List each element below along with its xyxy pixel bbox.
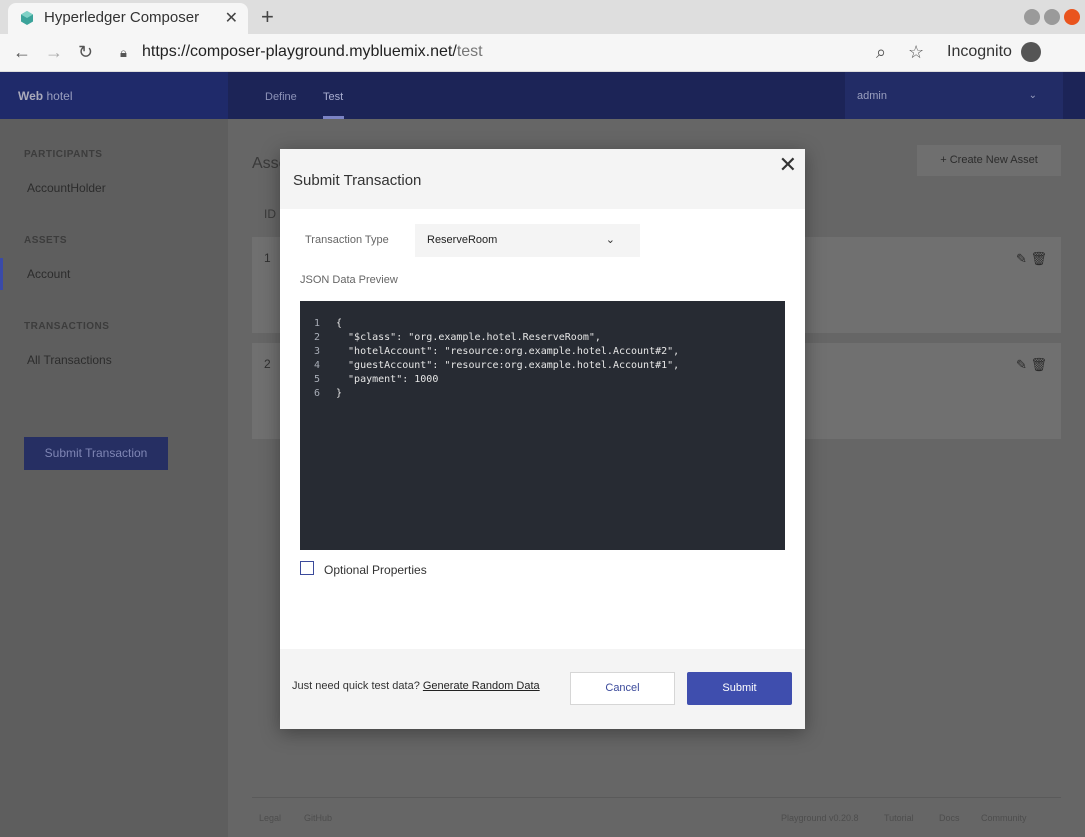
minimize-window-icon[interactable]: [1024, 9, 1040, 25]
trash-icon[interactable]: 🗑︎: [1030, 357, 1047, 372]
edit-icon[interactable]: ✎: [1016, 357, 1027, 372]
submit-button[interactable]: Submit: [687, 672, 792, 705]
composer-favicon-icon: [21, 11, 33, 25]
close-window-icon[interactable]: [1064, 9, 1080, 25]
brand-name: hotel: [46, 89, 73, 103]
maximize-window-icon[interactable]: [1044, 9, 1060, 25]
sidebar-item-all-transactions[interactable]: All Transactions: [27, 353, 112, 367]
dialog-title: Submit Transaction: [293, 172, 422, 189]
browser-tabstrip: Hyperledger Composer ✕ +: [0, 0, 1085, 34]
chevron-down-icon: ⌄: [1028, 90, 1037, 101]
selected-indicator: [0, 258, 3, 290]
code-text: }: [336, 388, 343, 399]
create-new-asset-button[interactable]: + Create New Asset: [917, 145, 1061, 176]
asset-id: 2: [264, 357, 271, 371]
code-text: {: [336, 318, 343, 329]
quick-data-label: Just need quick test data?: [292, 680, 420, 692]
user-menu[interactable]: admin ⌄: [845, 72, 1063, 119]
bookmark-star-icon[interactable]: ☆: [908, 42, 924, 63]
trash-icon[interactable]: 🗑︎: [1030, 251, 1047, 266]
incognito-label: Incognito: [947, 43, 1012, 60]
line-number: 4: [314, 360, 321, 371]
quick-data-text: Just need quick test data? Generate Rand…: [292, 680, 540, 692]
footer-divider: [252, 797, 1061, 798]
transactions-heading: TRANSACTIONS: [24, 321, 110, 332]
forward-icon[interactable]: →: [45, 42, 63, 63]
line-number: 2: [314, 332, 321, 343]
tab-define[interactable]: Define: [265, 91, 297, 103]
chevron-down-icon: ⌄: [605, 234, 615, 246]
new-tab-icon[interactable]: +: [261, 4, 274, 30]
zoom-icon[interactable]: ⌕: [876, 42, 886, 63]
id-column-header: ID: [264, 207, 276, 221]
dialog-footer: Just need quick test data? Generate Rand…: [280, 649, 805, 729]
code-line: 2 "$class": "org.example.hotel.ReserveRo…: [300, 331, 785, 345]
edit-icon[interactable]: ✎: [1016, 251, 1027, 266]
dialog-header: Submit Transaction ✕: [280, 149, 805, 209]
line-number: 6: [314, 388, 321, 399]
code-line: 6}: [300, 387, 785, 401]
submit-transaction-dialog: Submit Transaction ✕ Transaction Type Re…: [280, 149, 805, 729]
transaction-type-label: Transaction Type: [305, 234, 389, 246]
json-preview-label: JSON Data Preview: [300, 274, 398, 286]
code-text: "$class": "org.example.hotel.ReserveRoom…: [336, 332, 601, 343]
close-icon[interactable]: ✕: [779, 152, 797, 178]
optional-properties-checkbox[interactable]: [300, 561, 314, 575]
sidebar-item-accountholder[interactable]: AccountHolder: [27, 181, 106, 195]
footer-docs-link[interactable]: Docs: [939, 813, 960, 823]
json-code-editor[interactable]: 1{2 "$class": "org.example.hotel.Reserve…: [300, 301, 785, 550]
sidebar-item-account[interactable]: Account: [27, 267, 70, 281]
lock-icon: 🔒︎: [120, 45, 127, 60]
brand[interactable]: Web hotel: [0, 72, 228, 119]
code-line: 3 "hotelAccount": "resource:org.example.…: [300, 345, 785, 359]
assets-heading: ASSETS: [24, 235, 68, 246]
optional-properties-label: Optional Properties: [324, 563, 427, 577]
app-header: Web hotel Define Test admin ⌄: [0, 72, 1085, 119]
footer-version: Playground v0.20.8: [781, 813, 859, 823]
reload-icon[interactable]: ↻: [78, 42, 93, 63]
url-host: https://composer-playground.mybluemix.ne…: [142, 43, 457, 60]
tab-title: Hyperledger Composer: [44, 9, 200, 26]
footer-community-link[interactable]: Community: [981, 813, 1027, 823]
participants-heading: PARTICIPANTS: [24, 149, 103, 160]
sidebar: PARTICIPANTS AccountHolder ASSETS Accoun…: [0, 119, 228, 837]
generate-random-data-link[interactable]: Generate Random Data: [423, 680, 540, 692]
transaction-type-select[interactable]: ReserveRoom ⌄: [415, 224, 640, 257]
code-text: "payment": 1000: [336, 374, 439, 385]
footer-legal-link[interactable]: Legal: [259, 813, 281, 823]
submit-transaction-button[interactable]: Submit Transaction: [24, 437, 168, 470]
close-tab-icon[interactable]: ✕: [225, 8, 238, 28]
browser-toolbar: ← → ↻ 🔒︎ https://composer-playground.myb…: [0, 34, 1085, 72]
transaction-type-value: ReserveRoom: [427, 234, 498, 246]
code-text: "hotelAccount": "resource:org.example.ho…: [336, 346, 680, 357]
url-path: test: [456, 43, 483, 60]
cancel-button[interactable]: Cancel: [570, 672, 675, 705]
code-line: 4 "guestAccount": "resource:org.example.…: [300, 359, 785, 373]
incognito-icon[interactable]: [1021, 42, 1041, 62]
back-icon[interactable]: ←: [13, 42, 31, 63]
code-line: 5 "payment": 1000: [300, 373, 785, 387]
footer-github-link[interactable]: GitHub: [304, 813, 332, 823]
brand-bold: Web: [18, 89, 44, 103]
code-text: "guestAccount": "resource:org.example.ho…: [336, 360, 680, 371]
line-number: 1: [314, 318, 321, 329]
line-number: 3: [314, 346, 321, 357]
code-line: 1{: [300, 317, 785, 331]
browser-tab[interactable]: Hyperledger Composer ✕: [8, 3, 248, 34]
footer-tutorial-link[interactable]: Tutorial: [884, 813, 914, 823]
user-name: admin: [857, 90, 887, 102]
line-number: 5: [314, 374, 321, 385]
address-bar[interactable]: https://composer-playground.mybluemix.ne…: [142, 43, 483, 61]
tab-test[interactable]: Test: [323, 91, 343, 103]
asset-id: 1: [264, 251, 271, 265]
